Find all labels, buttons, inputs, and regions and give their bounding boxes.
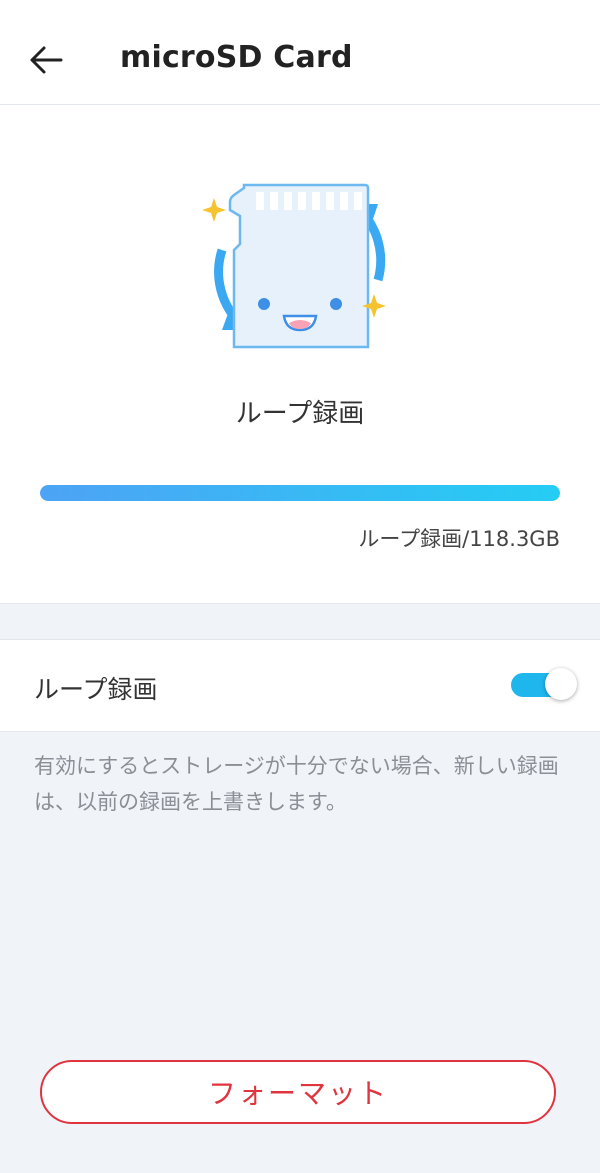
loop-recording-setting: ループ録画	[0, 639, 600, 732]
loop-recording-description: 有効にするとストレージが十分でない場合、新しい録画は、以前の録画を上書きします。	[34, 754, 559, 814]
loop-recording-toggle[interactable]	[511, 668, 577, 700]
format-button[interactable]: フォーマット	[40, 1060, 556, 1124]
sd-card-illustration	[202, 183, 386, 349]
back-button[interactable]	[24, 38, 68, 82]
page-title: microSD Card	[120, 40, 353, 75]
toggle-knob	[545, 668, 577, 700]
loop-recording-label: ループ録画	[34, 675, 158, 704]
arrow-left-icon	[30, 46, 63, 74]
storage-usage-text: ループ録画/118.3GB	[358, 527, 560, 551]
storage-progress-fill	[40, 485, 560, 501]
storage-mode-label: ループ録画	[235, 399, 365, 429]
storage-progress-bar	[40, 485, 560, 501]
storage-panel: ループ録画 ループ録画/118.3GB	[0, 105, 600, 604]
app-header: microSD Card	[0, 0, 600, 105]
